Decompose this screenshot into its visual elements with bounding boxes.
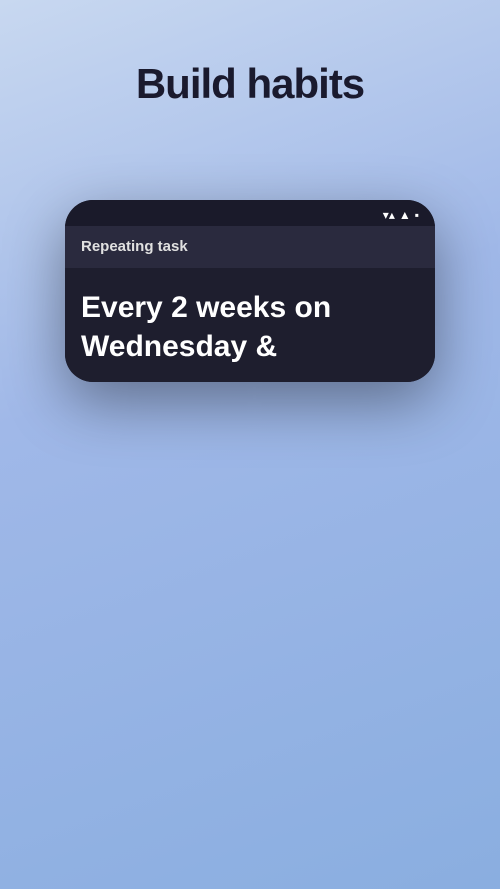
battery-icon: ▪: [415, 208, 419, 222]
app-header: Repeating task: [65, 226, 435, 268]
phone-mockup: ▾▴ ▲ ▪ Repeating task Every 2 weeks on W…: [65, 200, 435, 382]
task-content: Every 2 weeks on Wednesday &: [65, 268, 435, 382]
page-title: Build habits: [0, 60, 500, 108]
wifi-icon: ▾▴: [383, 208, 395, 222]
signal-icon: ▲: [399, 208, 411, 222]
header-section: Build habits: [0, 0, 500, 138]
task-text: Every 2 weeks on Wednesday &: [81, 288, 419, 366]
status-icons: ▾▴ ▲ ▪: [383, 208, 419, 222]
status-bar: ▾▴ ▲ ▪: [65, 200, 435, 226]
phone-frame: ▾▴ ▲ ▪ Repeating task Every 2 weeks on W…: [65, 200, 435, 382]
app-header-title: Repeating task: [81, 238, 188, 255]
